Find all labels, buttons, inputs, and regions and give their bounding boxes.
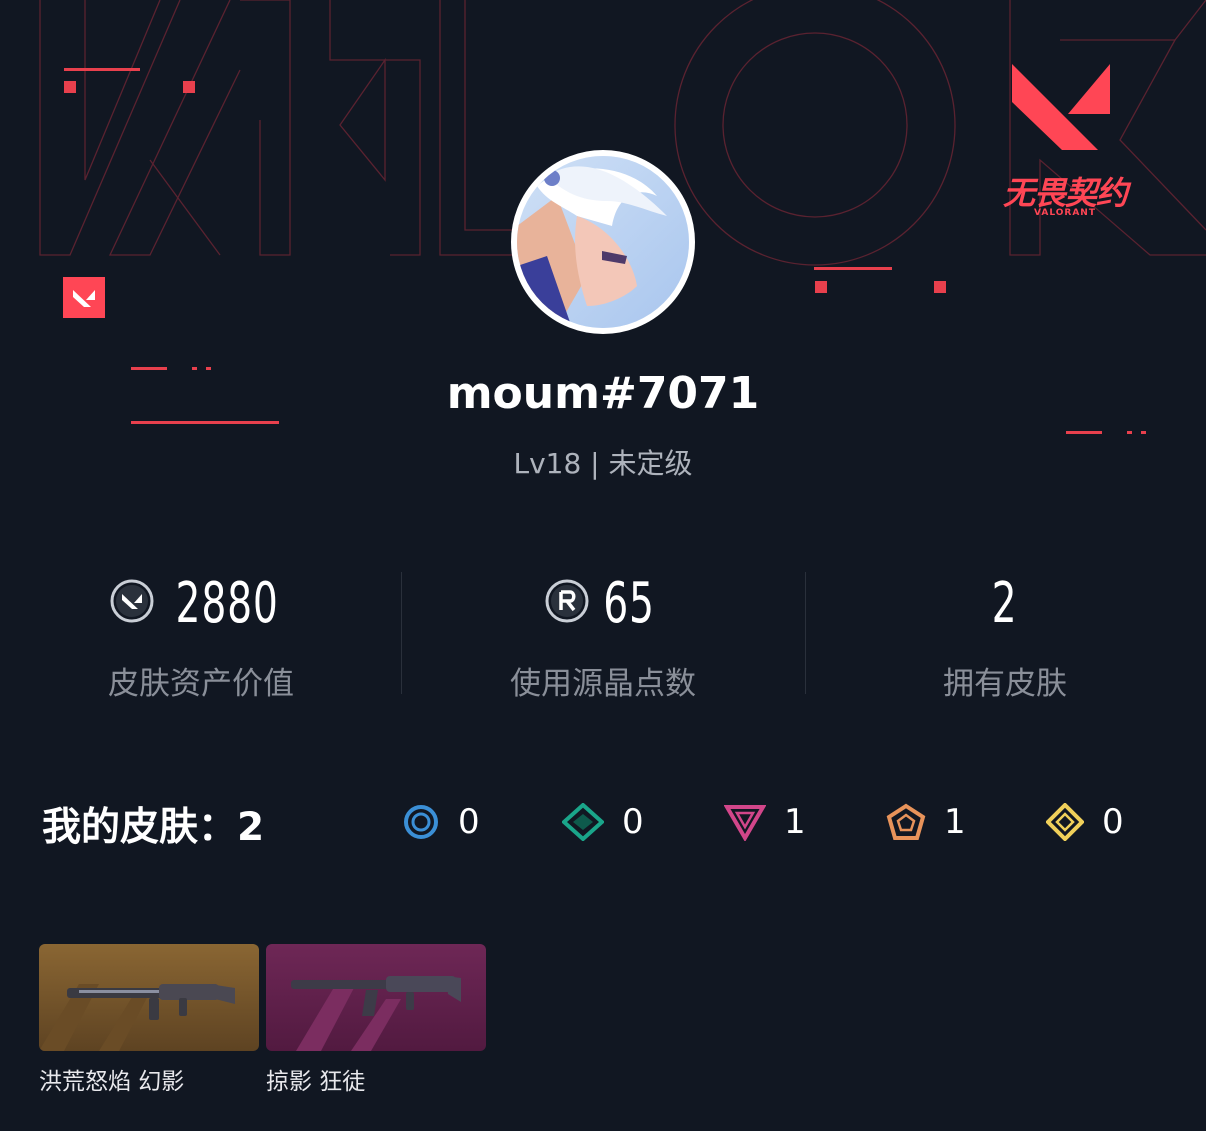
decor-dot xyxy=(1127,431,1132,434)
stat-skin-value: 2880 皮肤资产价值 xyxy=(0,570,402,703)
tier-deluxe[interactable]: 0 xyxy=(562,800,644,844)
decor-square xyxy=(934,281,946,293)
decor-square xyxy=(183,81,195,93)
skin-card[interactable] xyxy=(39,944,259,1051)
tier-count: 1 xyxy=(784,802,806,842)
radianite-label: 使用源晶点数 xyxy=(510,666,696,702)
tier-ultra[interactable]: 0 xyxy=(1046,800,1124,844)
valorant-badge-icon xyxy=(63,277,105,318)
decor-dot xyxy=(1141,431,1146,434)
valorant-points-icon xyxy=(109,578,155,628)
skin-value-label: 皮肤资产价值 xyxy=(108,666,294,702)
tier-count: 0 xyxy=(622,802,644,842)
avatar[interactable] xyxy=(511,150,695,334)
radianite-number: 65 xyxy=(603,570,655,636)
decor-square xyxy=(64,81,76,93)
skin-image xyxy=(39,944,259,1051)
decor-line xyxy=(64,68,140,71)
tier-select[interactable]: 0 xyxy=(402,800,480,844)
skin-card[interactable] xyxy=(266,944,486,1051)
premium-tier-icon xyxy=(724,805,766,841)
decor-square xyxy=(815,281,827,293)
stat-radianite-used: 65 使用源晶点数 xyxy=(402,570,804,703)
valorant-logo: 无畏契约 VALORANT xyxy=(960,62,1170,222)
skins-owned-number: 2 xyxy=(992,570,1018,636)
skin-image xyxy=(266,944,486,1051)
tier-premium[interactable]: 1 xyxy=(724,800,806,844)
skin-card-name: 洪荒怒焰 幻影 xyxy=(39,1069,185,1095)
valorant-v-icon xyxy=(1012,64,1110,150)
username: moum#7071 xyxy=(446,368,760,419)
tier-count: 0 xyxy=(458,802,480,842)
skins-owned-label: 拥有皮肤 xyxy=(943,666,1067,702)
stat-skins-owned: 2 拥有皮肤 xyxy=(804,570,1206,703)
level-rank-text: Lv18 | 未定级 xyxy=(513,447,693,480)
tier-count: 0 xyxy=(1102,802,1124,842)
skin-value-number: 2880 xyxy=(175,570,279,636)
my-skins-title: 我的皮肤：2 xyxy=(42,805,265,850)
decor-line xyxy=(1066,431,1102,434)
exclusive-tier-icon xyxy=(886,803,926,840)
decor-line xyxy=(814,267,892,270)
skin-card-name: 掠影 狂徒 xyxy=(266,1069,366,1095)
deluxe-tier-icon xyxy=(562,803,604,841)
ultra-tier-icon xyxy=(1046,803,1084,841)
select-tier-icon xyxy=(404,805,438,839)
tier-exclusive[interactable]: 1 xyxy=(886,800,966,844)
tier-count: 1 xyxy=(944,802,966,842)
decor-line xyxy=(131,421,279,424)
radianite-icon xyxy=(544,578,590,628)
app-logo-en: VALORANT xyxy=(1034,208,1096,218)
